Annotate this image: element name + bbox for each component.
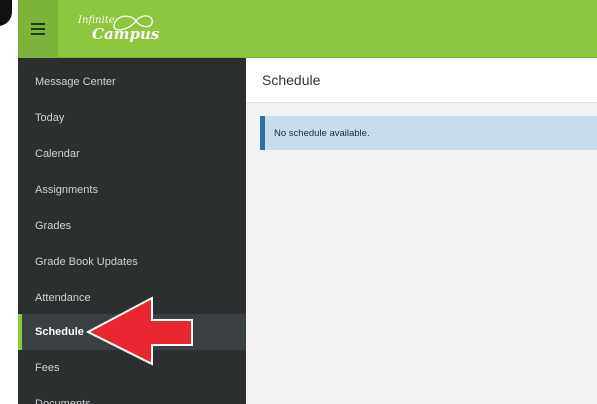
red-pointer-arrow <box>85 296 193 366</box>
